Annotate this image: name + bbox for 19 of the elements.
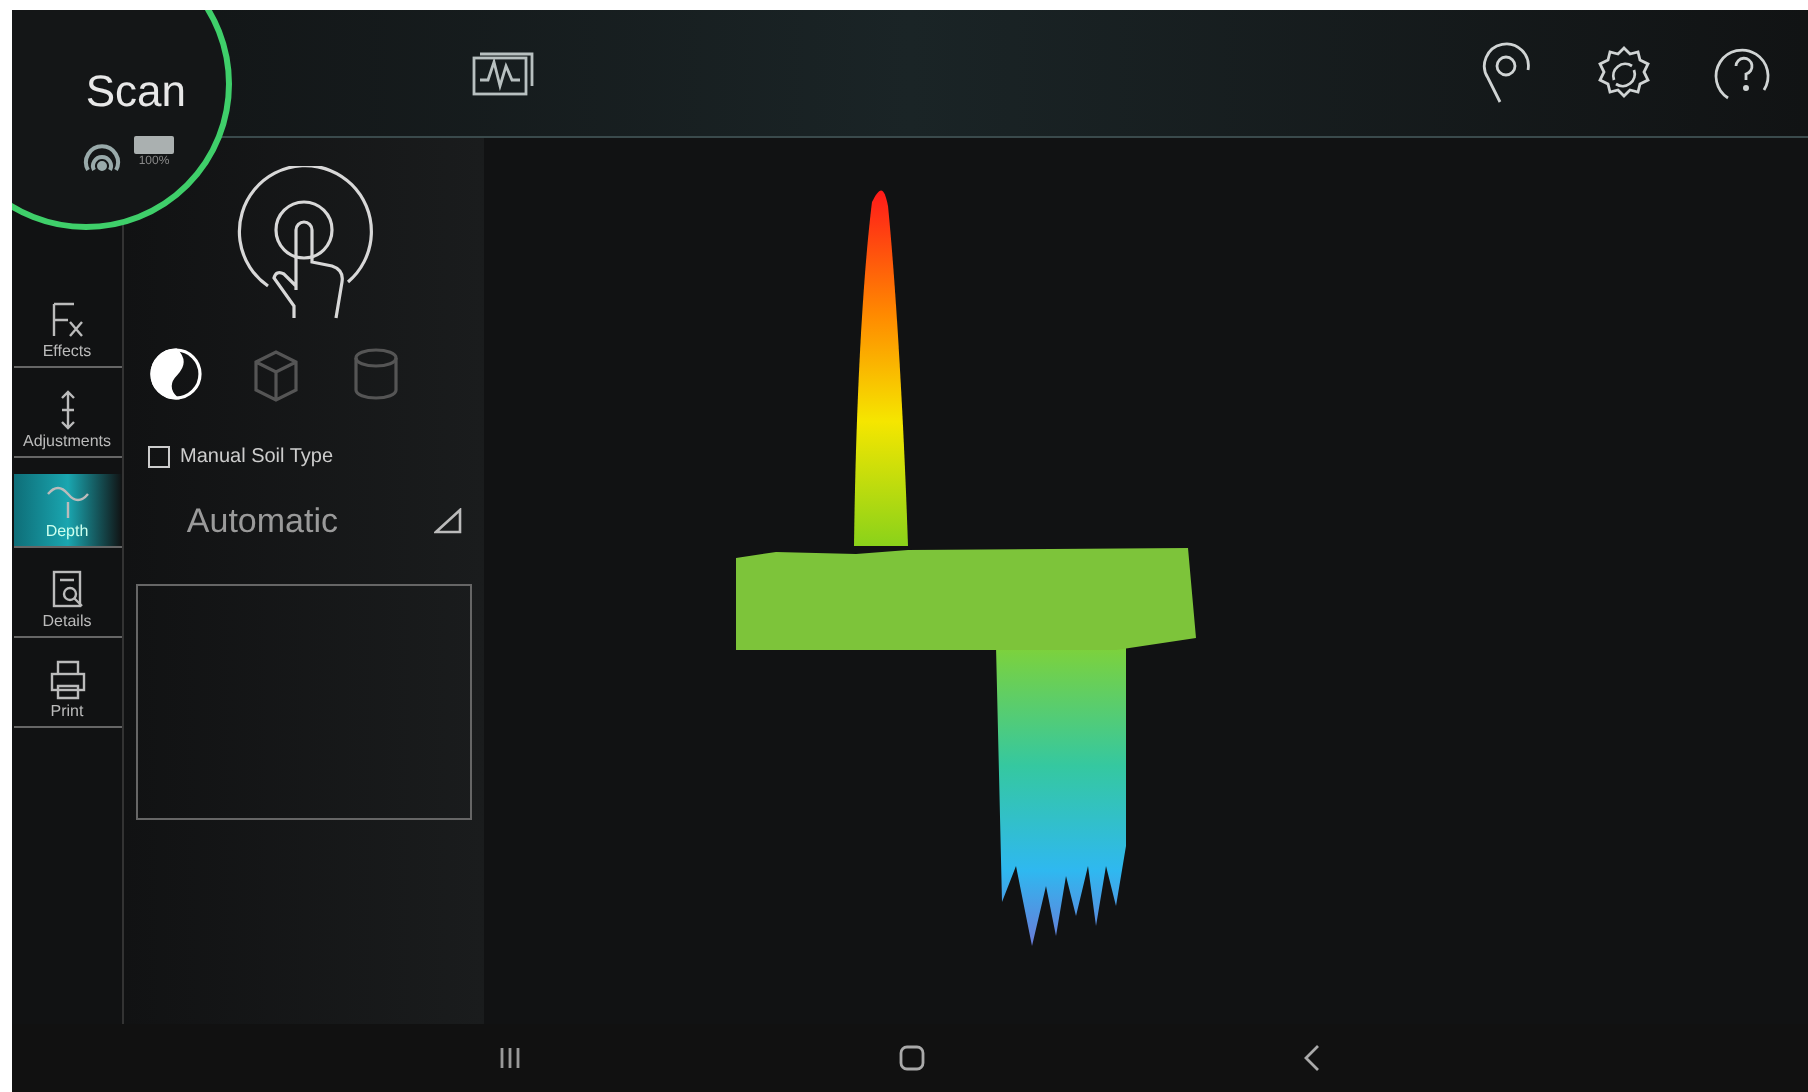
back-icon[interactable]: [1302, 1044, 1322, 1072]
cylinder-mode-icon[interactable]: [348, 346, 404, 406]
sidebar-tab[interactable]: Effects: [13, 294, 121, 368]
battery-icon: [134, 135, 174, 153]
sidebar-tab[interactable]: Details: [13, 564, 121, 638]
manual-soil-label: Manual Soil Type: [180, 444, 334, 472]
scan-title: Scan: [85, 63, 186, 119]
home-icon[interactable]: [898, 1044, 926, 1072]
recent-apps-icon[interactable]: [498, 1046, 522, 1070]
half-circle-mode-icon[interactable]: [148, 346, 204, 406]
cube-mode-icon[interactable]: [248, 346, 304, 406]
soil-type-dropdown[interactable]: Automatic: [138, 496, 470, 547]
sidebar-tab[interactable]: Print: [13, 654, 121, 728]
dropdown-triangle-icon: [434, 508, 462, 535]
printer-icon: [45, 658, 89, 702]
arrows-icon: [57, 388, 77, 432]
waveform-monitor-icon[interactable]: [468, 47, 536, 99]
manual-soil-checkbox[interactable]: [148, 446, 170, 468]
sidebar-tab[interactable]: Adjustments: [13, 384, 121, 458]
